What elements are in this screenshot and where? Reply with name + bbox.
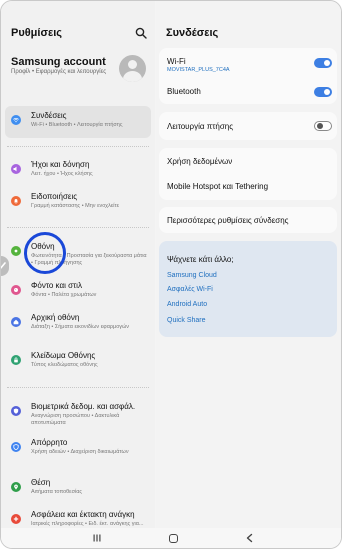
menu-item-subtitle: Τύπος κλειδώματος οθόνης xyxy=(31,362,98,368)
wifi-icon xyxy=(11,115,21,125)
wifi-toggle[interactable] xyxy=(314,58,332,68)
shield-icon xyxy=(11,406,21,416)
recent-apps-icon[interactable] xyxy=(93,534,101,542)
menu-item-sounds[interactable]: Ήχοι και δόνηση Λειτ. ήχου • Ήχος κλήσης xyxy=(5,155,151,187)
menu-item-lock-screen[interactable]: Κλείδωμα Οθόνης Τύπος κλειδώματος οθόνης xyxy=(5,346,151,378)
account-name: Samsung account xyxy=(11,56,106,68)
device-frame: Ρυθμίσεις Samsung account Προφίλ • Εφαρμ… xyxy=(0,0,342,549)
settings-menu-panel: Ρυθμίσεις Samsung account Προφίλ • Εφαρμ… xyxy=(1,1,155,548)
privacy-icon xyxy=(11,442,21,452)
menu-item-subtitle: Φόντα • Παλέτα χρωμάτων xyxy=(31,292,97,298)
home-button-icon[interactable] xyxy=(169,534,178,543)
settings-title: Ρυθμίσεις xyxy=(11,27,62,39)
edge-panel-handle[interactable] xyxy=(1,256,9,276)
palette-icon xyxy=(11,285,21,295)
data-hotspot-card: Χρήση δεδομένων Mobile Hotspot και Tethe… xyxy=(159,148,337,200)
menu-item-label: Κλείδωμα Οθόνης xyxy=(31,351,96,360)
location-pin-icon xyxy=(11,482,21,492)
menu-item-label: Αρχική οθόνη xyxy=(31,313,80,322)
divider xyxy=(7,387,149,388)
menu-item-subtitle: Αιτήματα τοποθεσίας xyxy=(31,489,83,495)
home-icon xyxy=(11,317,21,327)
bluetooth-label: Bluetooth xyxy=(167,87,201,96)
menu-item-label: Φόντο και στιλ xyxy=(31,281,82,290)
bell-icon xyxy=(11,196,21,206)
menu-item-home-screen[interactable]: Αρχική οθόνη Διάταξη • Σήματα εικονιδίων… xyxy=(5,308,151,340)
menu-item-label: Ειδοποιήσεις xyxy=(31,192,78,201)
highlight-circle xyxy=(24,232,66,274)
link-samsung-cloud[interactable]: Samsung Cloud xyxy=(167,272,217,279)
suggestions-card: Ψάχνετε κάτι άλλο; Samsung Cloud Ασφαλές… xyxy=(159,241,337,337)
menu-item-connections[interactable]: Συνδέσεις Wi-Fi • Bluetooth • Λειτουργία… xyxy=(5,106,151,138)
menu-item-label: Θέση xyxy=(31,478,51,487)
navigation-bar xyxy=(1,528,341,548)
menu-item-label: Απόρρητο xyxy=(31,438,68,447)
link-android-auto[interactable]: Android Auto xyxy=(167,301,207,308)
account-subtitle: Προφίλ • Εφαρμογές και λειτουργίες xyxy=(11,69,107,75)
avatar xyxy=(119,55,146,82)
search-icon[interactable] xyxy=(135,27,147,39)
menu-item-privacy[interactable]: Απόρρητο Χρήση αδειών • Διαχείριση δικαι… xyxy=(5,433,151,465)
lock-icon xyxy=(11,355,21,365)
suggestions-title: Ψάχνετε κάτι άλλο; xyxy=(167,255,234,264)
connections-title: Συνδέσεις xyxy=(166,27,219,39)
airplane-mode-card[interactable]: Λειτουργία πτήσης xyxy=(159,112,337,140)
airplane-mode-toggle[interactable] xyxy=(314,121,332,131)
wifi-network-name: MOVISTAR_PLUS_7C4A xyxy=(167,67,230,73)
link-quick-share[interactable]: Quick Share xyxy=(167,317,206,324)
menu-item-subtitle: Αναγνώριση προσώπου • Δακτυλικά αποτυπώμ… xyxy=(31,413,120,427)
menu-item-label: Συνδέσεις xyxy=(31,111,67,120)
menu-item-wallpaper-style[interactable]: Φόντο και στιλ Φόντα • Παλέτα χρωμάτων xyxy=(5,276,151,308)
link-secure-wifi[interactable]: Ασφαλές Wi-Fi xyxy=(167,286,213,293)
menu-item-label: Βιομετρικά δεδομ. και ασφάλ. xyxy=(31,402,136,411)
menu-item-subtitle: Διάταξη • Σήματα εικονιδίων εφαρμογών xyxy=(31,324,130,330)
more-settings-card[interactable]: Περισσότερες ρυθμίσεις σύνδεσης xyxy=(159,207,337,233)
menu-item-subtitle: Wi-Fi • Bluetooth • Λειτουργία πτήσης xyxy=(31,122,123,128)
menu-item-subtitle: Γραμμή κατάστασης • Μην ενοχλείτε xyxy=(31,203,120,209)
data-usage-item[interactable]: Χρήση δεδομένων xyxy=(167,157,232,166)
wifi-label: Wi-Fi xyxy=(167,57,186,66)
speaker-icon xyxy=(11,164,21,174)
emergency-icon xyxy=(11,514,21,524)
divider xyxy=(7,227,149,228)
menu-item-biometrics-security[interactable]: Βιομετρικά δεδομ. και ασφάλ. Αναγνώριση … xyxy=(5,397,151,429)
bluetooth-toggle[interactable] xyxy=(314,87,332,97)
menu-item-subtitle: Λειτ. ήχου • Ήχος κλήσης xyxy=(31,171,93,177)
pencil-icon xyxy=(1,262,6,270)
menu-item-label: Ήχοι και δόνηση xyxy=(31,160,90,169)
back-icon[interactable] xyxy=(245,533,255,543)
divider xyxy=(7,146,149,147)
menu-item-notifications[interactable]: Ειδοποιήσεις Γραμμή κατάστασης • Μην ενο… xyxy=(5,187,151,219)
menu-item-location[interactable]: Θέση Αιτήματα τοποθεσίας xyxy=(5,473,151,505)
wifi-bluetooth-card: Wi-Fi MOVISTAR_PLUS_7C4A Bluetooth xyxy=(159,48,337,104)
sun-icon xyxy=(11,246,21,256)
more-connection-settings-item: Περισσότερες ρυθμίσεις σύνδεσης xyxy=(167,216,289,225)
hotspot-tethering-item[interactable]: Mobile Hotspot και Tethering xyxy=(167,182,268,191)
menu-item-label: Ασφάλεια και έκτακτη ανάγκη xyxy=(31,510,135,519)
connections-panel: Συνδέσεις Wi-Fi MOVISTAR_PLUS_7C4A Bluet… xyxy=(156,1,341,548)
airplane-mode-label: Λειτουργία πτήσης xyxy=(167,122,234,131)
menu-item-subtitle: Χρήση αδειών • Διαχείριση δικαιωμάτων xyxy=(31,449,129,455)
